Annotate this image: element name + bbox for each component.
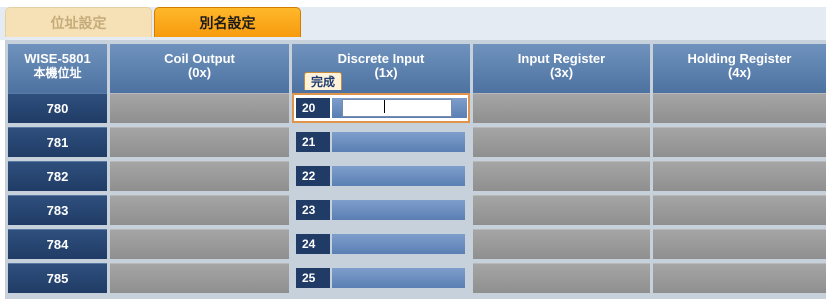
row-address-783: 783 (8, 195, 107, 225)
discrete-input-cell[interactable]: 21 (292, 127, 470, 157)
header-coil-line1: Coil Output (164, 51, 235, 66)
input-register-cell[interactable] (473, 195, 650, 225)
tab-bar: 位址設定 別名設定 (0, 0, 826, 40)
input-register-cell[interactable] (473, 127, 650, 157)
header-holding-register-line1: Holding Register (687, 51, 792, 66)
discrete-input-cell[interactable]: 22 (292, 161, 470, 191)
di-index: 21 (296, 132, 330, 152)
header-device: WISE-5801 本機位址 (8, 44, 107, 94)
coil-output-cell[interactable] (110, 263, 289, 293)
holding-register-cell[interactable] (653, 263, 826, 293)
header-device-line2: 本機位址 (33, 66, 82, 80)
input-register-cell[interactable] (473, 229, 650, 259)
header-device-line1: WISE-5801 (24, 51, 91, 66)
header-input-register: Input Register (3x) (473, 44, 650, 94)
row-address-784: 784 (8, 229, 107, 259)
header-coil-line2: (0x) (187, 65, 212, 80)
tab-alias-settings[interactable]: 別名設定 (154, 7, 301, 37)
di-index: 24 (296, 234, 330, 254)
di-alias-field[interactable] (332, 234, 465, 254)
tab-address-settings[interactable]: 位址設定 (5, 7, 152, 37)
di-alias-field (332, 98, 467, 118)
holding-register-cell[interactable] (653, 127, 826, 157)
row-address-782: 782 (8, 161, 107, 191)
discrete-input-cell-editing[interactable]: 20 (292, 93, 470, 123)
discrete-input-cell[interactable]: 25 (292, 263, 470, 293)
header-coil-output: Coil Output (0x) (110, 44, 289, 94)
input-register-cell[interactable] (473, 161, 650, 191)
input-register-cell[interactable] (473, 93, 650, 123)
coil-output-cell[interactable] (110, 127, 289, 157)
holding-register-cell[interactable] (653, 229, 826, 259)
di-alias-input[interactable] (342, 99, 452, 117)
done-button[interactable]: 完成 (304, 72, 342, 90)
holding-register-cell[interactable] (653, 93, 826, 123)
di-index: 20 (296, 98, 330, 118)
holding-register-cell[interactable] (653, 195, 826, 225)
header-discrete-line2: (1x) (374, 65, 398, 80)
di-alias-field[interactable] (332, 200, 465, 220)
discrete-input-cell[interactable]: 24 (292, 229, 470, 259)
di-index: 25 (296, 268, 330, 288)
row-address-781: 781 (8, 127, 107, 157)
di-index: 23 (296, 200, 330, 220)
header-holding-register-line2: (4x) (727, 65, 752, 80)
header-holding-register: Holding Register (4x) (653, 44, 826, 94)
text-caret (384, 100, 385, 113)
coil-output-cell[interactable] (110, 195, 289, 225)
holding-register-cell[interactable] (653, 161, 826, 191)
input-register-cell[interactable] (473, 263, 650, 293)
di-alias-field[interactable] (332, 132, 465, 152)
discrete-input-cell[interactable]: 23 (292, 195, 470, 225)
di-index: 22 (296, 166, 330, 186)
header-input-register-line1: Input Register (517, 51, 606, 66)
di-alias-field[interactable] (332, 268, 465, 288)
header-discrete-line1: Discrete Input (337, 51, 425, 66)
row-address-785: 785 (8, 263, 107, 293)
coil-output-cell[interactable] (110, 229, 289, 259)
header-input-register-line2: (3x) (549, 65, 574, 80)
coil-output-cell[interactable] (110, 93, 289, 123)
coil-output-cell[interactable] (110, 161, 289, 191)
row-address-780: 780 (8, 93, 107, 123)
di-alias-field[interactable] (332, 166, 465, 186)
